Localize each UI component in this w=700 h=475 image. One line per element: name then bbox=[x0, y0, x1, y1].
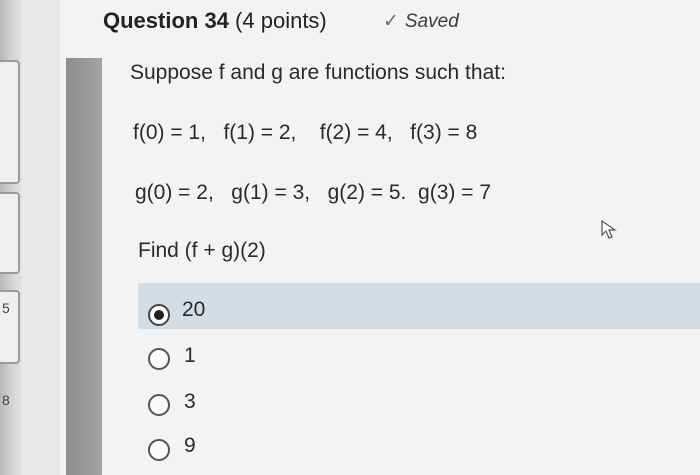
question-header: Question 34 (4 points) bbox=[103, 8, 327, 34]
option-label[interactable]: 3 bbox=[184, 390, 196, 414]
question-side-bar bbox=[66, 58, 102, 475]
saved-status: ✓ Saved bbox=[383, 10, 459, 33]
option-radio-9[interactable] bbox=[148, 439, 170, 461]
edge-number: 5 bbox=[2, 300, 10, 316]
option-label[interactable]: 9 bbox=[184, 434, 196, 458]
mouse-cursor-icon bbox=[601, 219, 617, 239]
f-values: f(0) = 1, f(1) = 2, f(2) = 4, f(3) = 8 bbox=[133, 121, 478, 144]
edge-number: 8 bbox=[2, 392, 10, 408]
question-number: Question 34 bbox=[103, 8, 229, 33]
selected-option-highlight bbox=[138, 283, 700, 329]
option-label[interactable]: 1 bbox=[184, 344, 196, 368]
option-radio-20[interactable] bbox=[148, 304, 170, 326]
option-radio-3[interactable] bbox=[148, 394, 170, 416]
option-label[interactable]: 20 bbox=[182, 298, 205, 322]
edge-card bbox=[0, 60, 20, 184]
question-points: (4 points) bbox=[235, 8, 327, 33]
question-prompt: Suppose f and g are functions such that: bbox=[130, 61, 506, 84]
option-radio-1[interactable] bbox=[148, 348, 170, 370]
saved-label: Saved bbox=[404, 11, 459, 32]
check-icon: ✓ bbox=[383, 11, 399, 32]
g-values: g(0) = 2, g(1) = 3, g(2) = 5. g(3) = 7 bbox=[135, 181, 492, 204]
edge-card bbox=[0, 192, 20, 274]
question-ask: Find (f + g)(2) bbox=[138, 239, 266, 262]
